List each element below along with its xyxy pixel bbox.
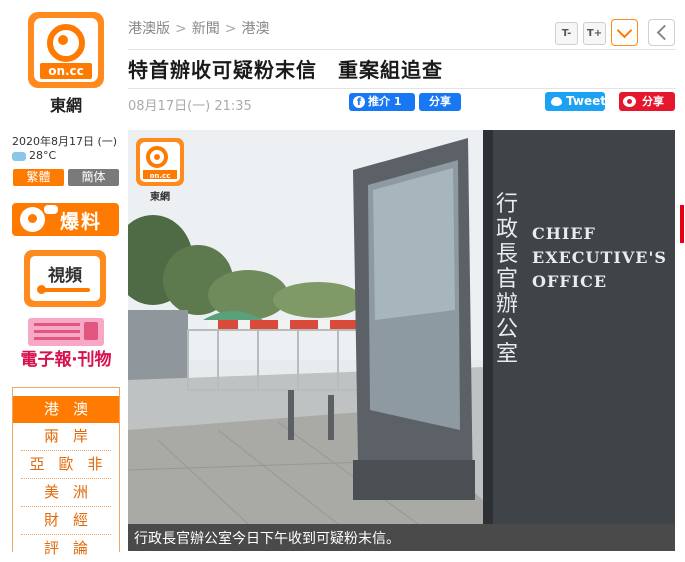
video-inner: 視頻	[30, 256, 100, 301]
nav-item-finance[interactable]: 財經	[13, 507, 119, 534]
video-label: 視頻	[48, 266, 82, 286]
breadcrumb-separator: >	[175, 21, 187, 37]
nav-item-cross-strait[interactable]: 兩岸	[13, 423, 119, 450]
nav-item-hk-macau[interactable]: 港澳	[13, 396, 119, 423]
breadcrumb-separator: >	[224, 21, 237, 37]
sign-english-line: CHIEF	[532, 224, 596, 243]
logo-dot-icon	[58, 35, 68, 45]
newspaper-icon	[28, 318, 104, 346]
logo-text: on.cc	[40, 63, 92, 79]
weather: 28°C	[12, 149, 56, 162]
article-datetime: 08月17日(一) 21:35	[128, 99, 252, 114]
breadcrumb-edition[interactable]: 港澳版	[128, 21, 170, 37]
scroll-indicator	[680, 205, 684, 243]
sign-english-line: OFFICE	[532, 272, 608, 291]
video-progress-icon	[37, 285, 90, 294]
weibo-icon	[623, 96, 636, 107]
back-button[interactable]	[648, 19, 675, 46]
epaper-label: 電子報‧刊物	[20, 350, 112, 370]
epaper-button[interactable]: 電子報‧刊物	[10, 318, 122, 373]
facebook-share-button[interactable]: 分享	[419, 93, 461, 111]
sign-english-line: EXECUTIVE'S	[532, 248, 667, 267]
logo-inner: on.cc	[34, 18, 98, 82]
reporter-icon	[20, 207, 45, 232]
breadcrumb-news[interactable]: 新聞	[192, 21, 220, 37]
section-nav: 港澳 兩岸 亞歐非 美洲 財經 評論	[12, 387, 120, 557]
header-divider	[128, 49, 676, 50]
nav-item-americas[interactable]: 美洲	[13, 479, 119, 506]
watermark-name: 東網	[150, 192, 170, 203]
facebook-like-button[interactable]: f 推介 1	[349, 93, 415, 111]
cloud-icon	[12, 151, 26, 161]
font-increase-button[interactable]: T+	[583, 22, 606, 45]
facebook-like-label: 推介 1	[368, 95, 402, 108]
expand-menu-button[interactable]	[611, 19, 638, 46]
watermark-logo-text: on.cc	[149, 172, 171, 180]
weibo-share-button[interactable]: 分享	[619, 92, 675, 111]
sign-chinese-text: 行政長官辦公室	[496, 192, 519, 367]
temperature: 28°C	[29, 149, 57, 162]
chevron-left-icon	[656, 24, 673, 41]
tweet-button[interactable]: Tweet	[545, 92, 606, 111]
font-decrease-button[interactable]: T-	[555, 22, 578, 45]
baoliao-label: 爆料	[60, 211, 103, 233]
breadcrumb: 港澳版 > 新聞 > 港澳	[128, 18, 269, 38]
brand-name: 東網	[49, 96, 82, 115]
oncc-logo[interactable]: on.cc	[28, 12, 104, 88]
lang-simplified-button[interactable]: 簡体	[68, 169, 119, 186]
article-title: 特首辦收可疑粉末信 重案組追查	[128, 58, 443, 82]
facebook-icon: f	[353, 96, 365, 108]
tweet-label: Tweet	[566, 94, 606, 108]
sidebar-date: 2020年8月17日 (一)	[12, 135, 118, 148]
video-button[interactable]: 視頻	[24, 250, 106, 307]
nav-item-commentary[interactable]: 評論	[13, 535, 119, 562]
breadcrumb-section[interactable]: 港澳	[241, 21, 269, 37]
lang-traditional-button[interactable]: 繁體	[13, 169, 64, 186]
sign-english-text: CHIEF EXECUTIVE'S OFFICE	[532, 222, 667, 294]
weibo-share-label: 分享	[642, 95, 664, 108]
photo-illustration	[128, 130, 675, 524]
photo-caption: 行政長官辦公室今日下午收到可疑粉末信。	[134, 531, 400, 547]
chevron-down-icon	[616, 22, 633, 39]
article-photo[interactable]: on.cc 東網 行政長官辦公室 CHIEF EXECUTIVE'S OFFIC…	[128, 130, 675, 524]
title-divider	[128, 88, 676, 89]
baoliao-button[interactable]: 爆料	[12, 203, 119, 236]
speech-bubble-icon	[44, 205, 58, 214]
nav-item-asia-europe-africa[interactable]: 亞歐非	[13, 451, 119, 478]
twitter-bird-icon	[551, 97, 562, 106]
